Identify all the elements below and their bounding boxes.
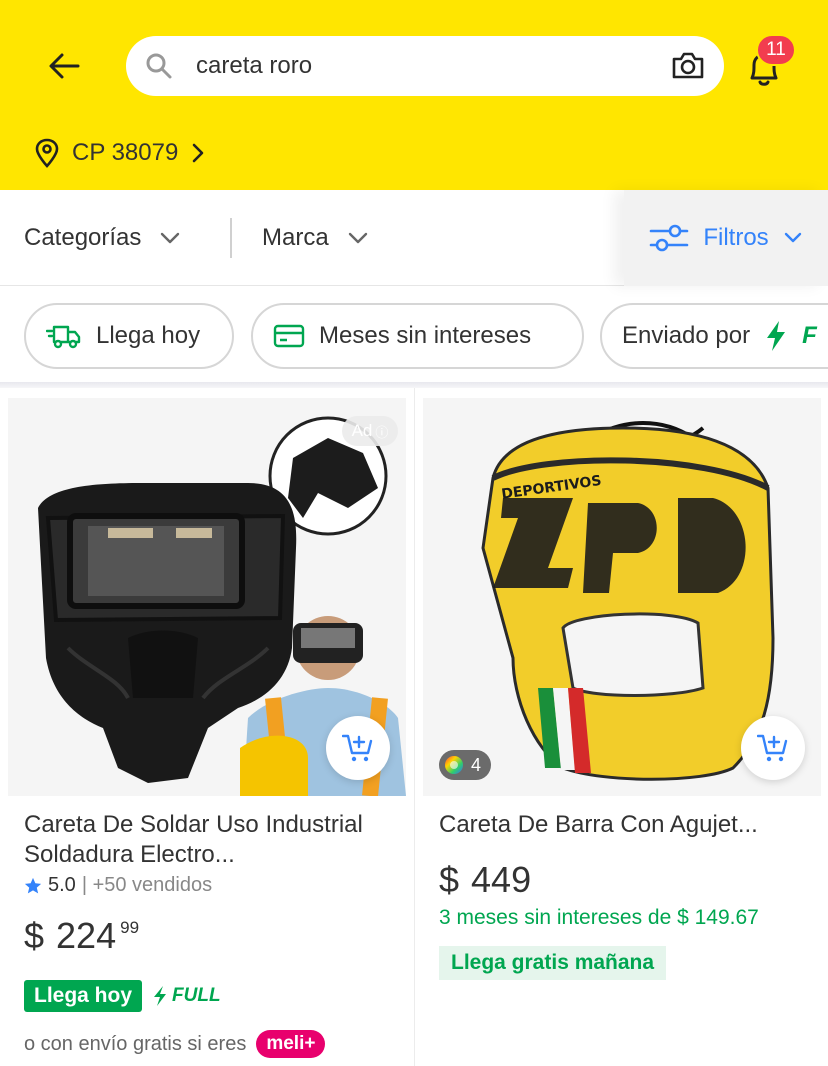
search-icon [146, 53, 172, 79]
free-shipping-badge: Llega gratis mañana [439, 946, 667, 980]
chevron-down-icon [348, 232, 367, 244]
color-count: 4 [471, 754, 482, 775]
add-to-cart-button[interactable] [741, 716, 805, 780]
search-query-text: careta roro [196, 52, 313, 79]
meli-plus-badge: meli+ [256, 1030, 326, 1058]
chevron-down-icon [161, 232, 180, 244]
full-label: FULL [172, 985, 221, 1006]
delivery-truck-icon [46, 325, 81, 349]
rating-value: 5.0 [48, 874, 76, 896]
product-price: $ 224 99 [24, 916, 139, 956]
chevron-down-icon [784, 232, 801, 243]
brand-dropdown[interactable]: Marca [262, 190, 369, 286]
ad-badge: Ad ⓘ [342, 416, 398, 446]
color-wheel-icon [445, 756, 463, 774]
categories-label: Categorías [24, 224, 142, 251]
product-grid: Ad ⓘ Careta De Soldar Uso Industrial Sol… [0, 388, 828, 1066]
add-to-cart-icon [757, 734, 788, 762]
chip-shipped-by-full[interactable]: Enviado por F [600, 303, 828, 369]
camera-icon[interactable] [670, 48, 706, 84]
full-logo-fragment: F [802, 322, 817, 349]
sold-count: | +50 vendidos [81, 874, 213, 896]
shipping-info: Llega hoy FULL [24, 980, 221, 1012]
grid-separator [414, 388, 415, 1066]
add-to-cart-button[interactable] [326, 716, 390, 780]
chip-arrives-today[interactable]: Llega hoy [24, 303, 234, 369]
product-rating: 5.0 | +50 vendidos [24, 874, 212, 897]
add-to-cart-icon [342, 734, 373, 762]
meli-text: o con envío gratis si eres [24, 1032, 247, 1055]
product-price: $ 449 [439, 860, 531, 900]
categories-dropdown[interactable]: Categorías [24, 190, 181, 286]
chip-label: Meses sin intereses [319, 322, 532, 349]
price-amount: 449 [471, 859, 532, 900]
full-badge: FULL [152, 985, 221, 1007]
filter-divider [230, 218, 232, 258]
header-bar: careta roro 11 CP 38079 [0, 0, 828, 190]
credit-card-icon [273, 324, 305, 348]
chevron-right-icon [193, 143, 204, 163]
quick-filter-chips: Llega hoy Meses sin intereses Enviado po… [0, 287, 828, 383]
color-variants-badge[interactable]: 4 [439, 750, 492, 780]
location-label: CP 38079 [72, 139, 179, 166]
back-button[interactable] [40, 42, 88, 90]
lightning-bolt-icon [154, 986, 167, 1006]
location-pin-icon [35, 138, 59, 168]
product-title[interactable]: Careta De Soldar Uso Industrial Soldadur… [24, 810, 396, 870]
back-arrow-icon [49, 53, 80, 79]
brand-label: Marca [262, 224, 329, 251]
search-input[interactable]: careta roro [126, 36, 724, 96]
product-image[interactable]: Ad ⓘ [8, 398, 406, 796]
filters-button[interactable]: Filtros [624, 190, 828, 286]
info-icon: ⓘ [375, 424, 389, 440]
currency-symbol: $ [439, 859, 460, 900]
price-amount: 224 [56, 915, 117, 956]
sliders-icon [650, 224, 689, 252]
currency-symbol: $ [24, 915, 45, 956]
filters-label: Filtros [703, 224, 769, 251]
chip-installments[interactable]: Meses sin intereses [251, 303, 584, 369]
filter-bar: Categorías Marca Filtros [0, 190, 828, 286]
chip-label: Enviado por [622, 322, 751, 349]
product-title[interactable]: Careta De Barra Con Agujet... [439, 810, 811, 840]
chip-label: Llega hoy [96, 322, 201, 349]
installments-info: 3 meses sin intereses de $ 149.67 [439, 906, 759, 929]
notifications-badge: 11 [756, 34, 796, 66]
ad-label: Ad [351, 421, 373, 440]
location-selector[interactable]: CP 38079 [34, 136, 206, 170]
lightning-bolt-icon [767, 321, 786, 351]
arrives-today-badge: Llega hoy [24, 980, 143, 1012]
meli-plus-offer: o con envío gratis si eres meli+ [24, 1030, 326, 1058]
star-icon [24, 877, 42, 893]
product-image[interactable]: DEPORTIVOS 4 [423, 398, 821, 796]
price-cents: 99 [120, 918, 140, 937]
